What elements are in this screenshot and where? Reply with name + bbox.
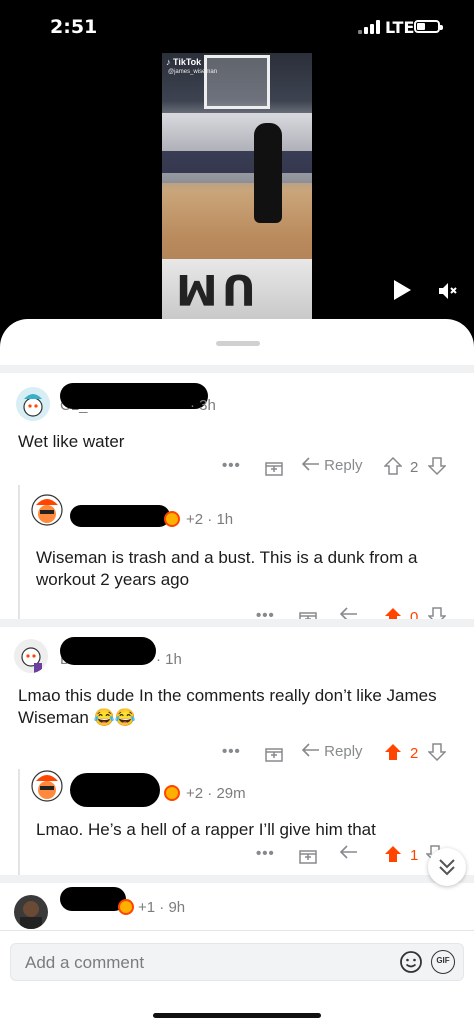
comment-meta: +2 · 29m <box>186 785 246 802</box>
comment-actions: ••• Reply 2 <box>220 456 470 481</box>
tiktok-watermark: ♪ TikTok <box>166 57 202 67</box>
more-options-icon[interactable]: ••• <box>256 845 275 862</box>
comment-body-line: workout 2 years ago <box>36 570 190 589</box>
chevron-double-down-icon <box>439 859 455 876</box>
redaction <box>60 637 156 665</box>
comment-body-line: Wiseman is trash and a bust. This is a d… <box>36 548 418 567</box>
gif-icon[interactable]: GIF <box>431 950 455 974</box>
basketball-hoop <box>204 55 270 109</box>
divider <box>0 875 474 883</box>
award-icon[interactable] <box>264 457 284 481</box>
reply-label: Reply <box>324 457 363 474</box>
comment-composer-bar: Add a comment GIF <box>0 930 474 1027</box>
reply-label: Reply <box>324 743 363 760</box>
award-icon[interactable] <box>298 845 318 869</box>
mute-icon[interactable] <box>436 280 458 302</box>
comments-sheet: C1_ · 3h Wet like water ••• Reply 2 <box>0 319 474 1026</box>
avatar[interactable] <box>14 639 48 673</box>
comment-body-line: Wiseman 😂😂 <box>18 708 136 727</box>
thread-line[interactable] <box>18 485 20 619</box>
redaction <box>60 383 208 409</box>
player-figure <box>254 123 282 223</box>
floor-logo-text: UM <box>172 265 256 314</box>
home-indicator <box>153 1013 321 1018</box>
video-frame-banner <box>162 151 312 173</box>
vote-count: 2 <box>410 459 419 476</box>
award-badge-icon <box>164 511 180 527</box>
upvote-icon[interactable] <box>384 845 402 867</box>
comment-body: Wet like water <box>18 432 125 451</box>
comment-meta: +1 · 9h <box>138 899 186 916</box>
avatar[interactable] <box>14 895 48 929</box>
comment-input[interactable]: Add a comment GIF <box>10 943 464 981</box>
signal-icon <box>358 20 382 34</box>
award-badge-icon <box>164 785 180 801</box>
status-time: 2:51 <box>50 16 98 38</box>
network-label: LTE <box>385 18 415 37</box>
reply-button[interactable]: Reply <box>301 743 363 760</box>
comment-time: · 1h <box>156 651 182 668</box>
comment-input-placeholder: Add a comment <box>25 953 145 972</box>
comment-time: · 3h <box>190 397 216 414</box>
tiktok-username: @james_wiseman <box>168 69 218 75</box>
redaction <box>70 505 170 527</box>
upvote-icon[interactable] <box>383 456 403 479</box>
comment-actions: ••• Reply 2 <box>220 743 470 767</box>
reply-button[interactable]: Reply <box>301 457 363 474</box>
comment-body-line: Lmao this dude In the comments really do… <box>18 686 437 705</box>
battery-icon <box>414 20 443 33</box>
vote-count: 1 <box>410 847 419 864</box>
video-player[interactable]: UM ♪ TikTok @james_wiseman <box>162 53 312 319</box>
thread-line[interactable] <box>18 769 20 875</box>
sheet-grabber[interactable] <box>216 341 260 346</box>
more-options-icon[interactable]: ••• <box>222 743 241 760</box>
award-badge-icon <box>118 899 134 915</box>
vote-count: 2 <box>410 745 419 762</box>
next-comment-button[interactable] <box>428 848 466 886</box>
emoji-icon[interactable] <box>399 950 423 979</box>
redaction <box>70 773 160 807</box>
play-icon[interactable] <box>394 280 411 300</box>
avatar[interactable] <box>30 493 64 527</box>
divider <box>0 619 474 627</box>
avatar[interactable] <box>30 769 64 803</box>
comment-meta: +2 · 1h <box>186 511 234 528</box>
award-icon[interactable] <box>264 743 284 767</box>
status-bar: 2:51 LTE <box>0 0 474 55</box>
divider <box>0 365 474 373</box>
more-options-icon[interactable]: ••• <box>222 457 241 474</box>
avatar[interactable] <box>16 387 50 421</box>
downvote-icon[interactable] <box>427 457 447 479</box>
redaction <box>60 887 126 911</box>
upvote-icon[interactable] <box>384 743 402 765</box>
downvote-icon[interactable] <box>427 743 447 765</box>
comment-body: Lmao. He’s a hell of a rapper I’ll give … <box>36 820 376 839</box>
reply-icon[interactable] <box>339 845 358 863</box>
